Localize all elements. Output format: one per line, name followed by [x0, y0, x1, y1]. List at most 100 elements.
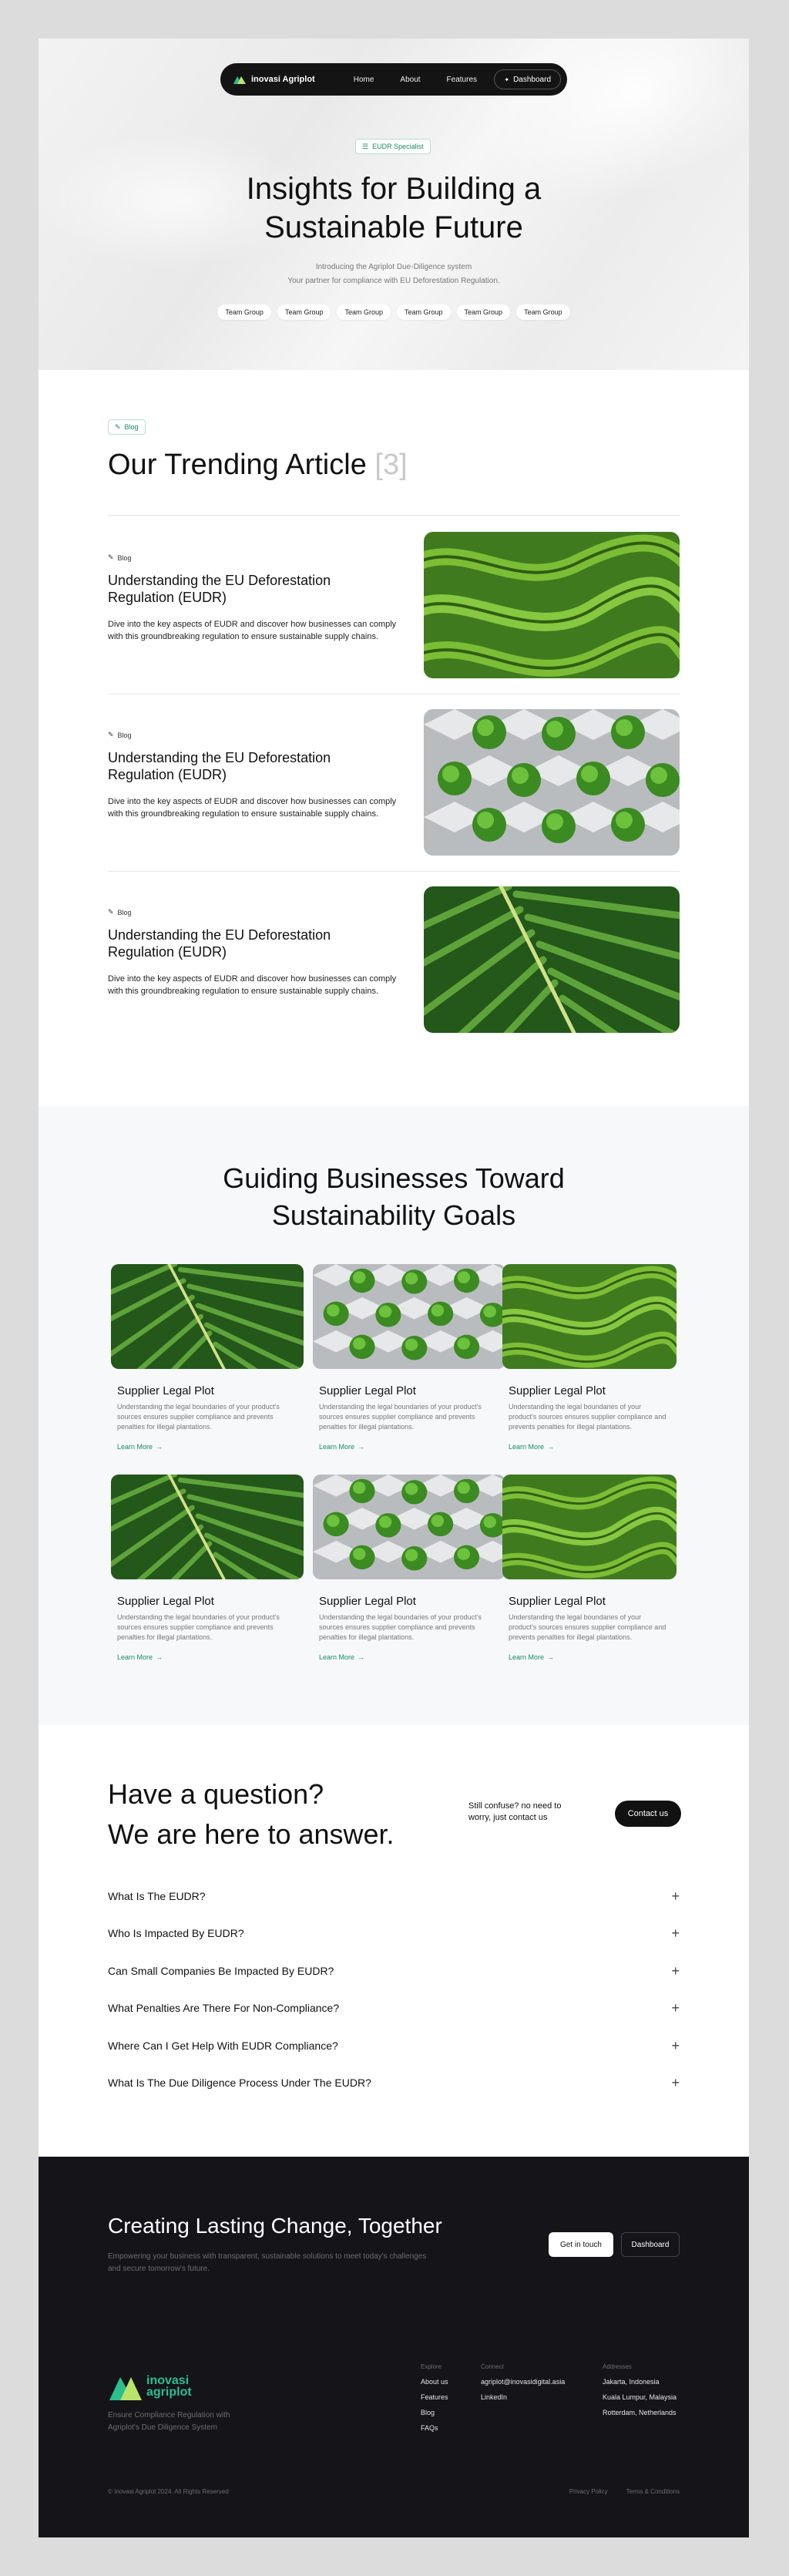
pen-icon: ✎: [108, 553, 114, 561]
hero-badge: ☰ EUDR Specialist: [355, 139, 431, 154]
plus-icon[interactable]: +: [671, 1889, 680, 1903]
card-image-palm-leaf: [111, 1264, 304, 1369]
agriplot-logo-icon: [233, 76, 246, 84]
footer-lead: Empowering your business with transparen…: [108, 2252, 427, 2273]
contact-us-button[interactable]: Contact us: [615, 1801, 681, 1827]
article-meta-label: Blog: [117, 908, 132, 916]
faq-question: What Penalties Are There For Non-Complia…: [108, 2002, 340, 2014]
nav-link-about[interactable]: About: [400, 76, 420, 84]
feature-card[interactable]: Supplier Legal Plot Understanding the le…: [313, 1264, 505, 1465]
feature-card[interactable]: Supplier Legal Plot Understanding the le…: [111, 1475, 304, 1675]
plus-icon[interactable]: +: [671, 1926, 680, 1940]
footer-link-blog[interactable]: Blog: [421, 2409, 448, 2416]
card-title: Supplier Legal Plot: [117, 1384, 214, 1397]
card-image-maze-hedge: [502, 1264, 677, 1369]
nav-link-home[interactable]: Home: [354, 76, 374, 84]
page-frame: inovasi Agriplot Home About Features ✦ D…: [39, 39, 749, 2537]
list-icon: ☰: [362, 142, 369, 150]
footer-column-heading: Explore: [421, 2363, 442, 2370]
learn-more-link[interactable]: Learn More →: [117, 1653, 304, 1661]
plus-icon[interactable]: +: [671, 1964, 680, 1978]
faq-question: Can Small Companies Be Impacted By EUDR?: [108, 1965, 334, 1977]
article-title[interactable]: Understanding the EU Deforestation Regul…: [108, 749, 401, 783]
faq-question: What Is The EUDR?: [108, 1890, 206, 1902]
learn-more-link[interactable]: Learn More →: [509, 1653, 677, 1661]
footer-logo[interactable]: inovasi agriplot: [108, 2371, 192, 2402]
card-title: Supplier Legal Plot: [319, 1595, 416, 1608]
article-image-boxes-trees[interactable]: [424, 709, 680, 856]
card-image-boxes-trees: [313, 1475, 505, 1579]
footer-logo-text: inovasi agriplot: [146, 2374, 192, 2399]
article-title[interactable]: Understanding the EU Deforestation Regul…: [108, 926, 401, 960]
arrow-right-icon: →: [358, 1443, 365, 1451]
hero-tag[interactable]: Team Group: [397, 304, 451, 320]
footer-addresses-column: Addresses Jakarta, Indonesia Kuala Lumpu…: [603, 2363, 677, 2424]
article-card[interactable]: ✎ Blog Understanding the EU Deforestation…: [108, 886, 680, 1033]
faq-item[interactable]: Who Is Impacted By EUDR? +: [108, 1922, 680, 1944]
terms-link[interactable]: Terms & Conditions: [626, 2488, 680, 2495]
plus-icon[interactable]: +: [671, 2001, 680, 2015]
faq-item[interactable]: Where Can I Get Help With EUDR Complianc…: [108, 2035, 680, 2056]
learn-more-link[interactable]: Learn More →: [319, 1653, 505, 1661]
footer-logo-line2: agriplot: [146, 2386, 192, 2399]
learn-more-link[interactable]: Learn More →: [509, 1443, 677, 1451]
nav-links: Home About Features: [354, 76, 477, 84]
guiding-title: Guiding Businesses Toward Sustainability…: [39, 1160, 749, 1234]
card-title: Supplier Legal Plot: [117, 1595, 214, 1608]
article-card[interactable]: ✎ Blog Understanding the EU Deforestation…: [108, 532, 680, 678]
feature-card[interactable]: Supplier Legal Plot Understanding the le…: [313, 1475, 505, 1675]
hero-tag[interactable]: Team Group: [516, 304, 570, 320]
hero-tag[interactable]: Team Group: [337, 304, 391, 320]
footer-description: Ensure Compliance Regulation with Agripl…: [108, 2411, 230, 2432]
privacy-policy-link[interactable]: Privacy Policy: [569, 2488, 608, 2495]
nav-logo[interactable]: inovasi Agriplot: [233, 74, 315, 85]
hero-tag[interactable]: Team Group: [277, 304, 331, 320]
faq-title-line1: Have a question?: [108, 1778, 324, 1810]
blog-tag-label: Blog: [124, 423, 139, 431]
article-image-palm-leaf[interactable]: [424, 886, 680, 1033]
article-title[interactable]: Understanding the EU Deforestation Regul…: [108, 572, 401, 606]
nav-link-features[interactable]: Features: [447, 76, 477, 84]
footer-address: Jakarta, Indonesia: [603, 2378, 660, 2386]
footer-link-linkedin[interactable]: LinkedIn: [481, 2393, 565, 2401]
copyright-text: © Inovasi Agriplot 2024. All Rights Rese…: [108, 2488, 229, 2495]
feature-card[interactable]: Supplier Legal Plot Understanding the le…: [502, 1264, 677, 1465]
footer-logo-line1: inovasi: [146, 2374, 190, 2387]
faq-item[interactable]: What Is The EUDR? +: [108, 1885, 680, 1907]
faq-item[interactable]: Can Small Companies Be Impacted By EUDR?…: [108, 1960, 680, 1982]
faq-title: Have a question? We are here to answer.: [108, 1774, 394, 1855]
card-text: Understanding the legal boundaries of yo…: [319, 1613, 482, 1641]
footer-address: Kuala Lumpur, Malaysia: [603, 2393, 677, 2401]
faq-title-line2: We are here to answer.: [108, 1818, 394, 1850]
card-title: Supplier Legal Plot: [319, 1384, 416, 1397]
nav-dashboard-button[interactable]: ✦ Dashboard: [494, 69, 561, 89]
article-card[interactable]: ✎ Blog Understanding the EU Deforestation…: [108, 709, 680, 856]
guiding-section: Guiding Businesses Toward Sustainability…: [39, 1106, 749, 1725]
legal-links: Privacy Policy Terms & Conditions: [569, 2488, 680, 2495]
footer-column-heading: Connect: [481, 2363, 504, 2370]
trending-title-text: Our Trending Article: [108, 449, 367, 481]
article-meta: ✎ Blog: [108, 553, 132, 562]
pen-icon: ✎: [108, 731, 114, 738]
footer-link-features[interactable]: Features: [421, 2393, 448, 2401]
plus-icon[interactable]: +: [671, 2039, 680, 2053]
faq-item[interactable]: What Penalties Are There For Non-Complia…: [108, 1997, 680, 2019]
feature-card[interactable]: Supplier Legal Plot Understanding the le…: [111, 1264, 304, 1465]
article-image-maze-hedge[interactable]: [424, 532, 680, 678]
faq-item[interactable]: What Is The Due Diligence Process Under …: [108, 2072, 680, 2093]
hero-tag[interactable]: Team Group: [217, 304, 271, 320]
plus-icon[interactable]: +: [671, 2076, 680, 2090]
learn-more-label: Learn More: [117, 1653, 153, 1661]
footer-link-faqs[interactable]: FAQs: [421, 2424, 448, 2432]
footer-link-email[interactable]: agriplot@inovasidigital.asia: [481, 2378, 565, 2386]
faq-question: Where Can I Get Help With EUDR Complianc…: [108, 2040, 338, 2052]
footer-dashboard-button[interactable]: Dashboard: [621, 2232, 680, 2257]
feature-card[interactable]: Supplier Legal Plot Understanding the le…: [502, 1475, 677, 1675]
get-in-touch-button[interactable]: Get in touch: [549, 2232, 613, 2257]
footer-title: Creating Lasting Change, Together: [108, 2214, 442, 2238]
hero-tag[interactable]: Team Group: [456, 304, 511, 320]
learn-more-link[interactable]: Learn More →: [319, 1443, 505, 1451]
learn-more-link[interactable]: Learn More →: [117, 1443, 304, 1451]
footer-connect-column: Connect agriplot@inovasidigital.asia Lin…: [481, 2363, 565, 2409]
footer-link-about[interactable]: About us: [421, 2378, 448, 2386]
